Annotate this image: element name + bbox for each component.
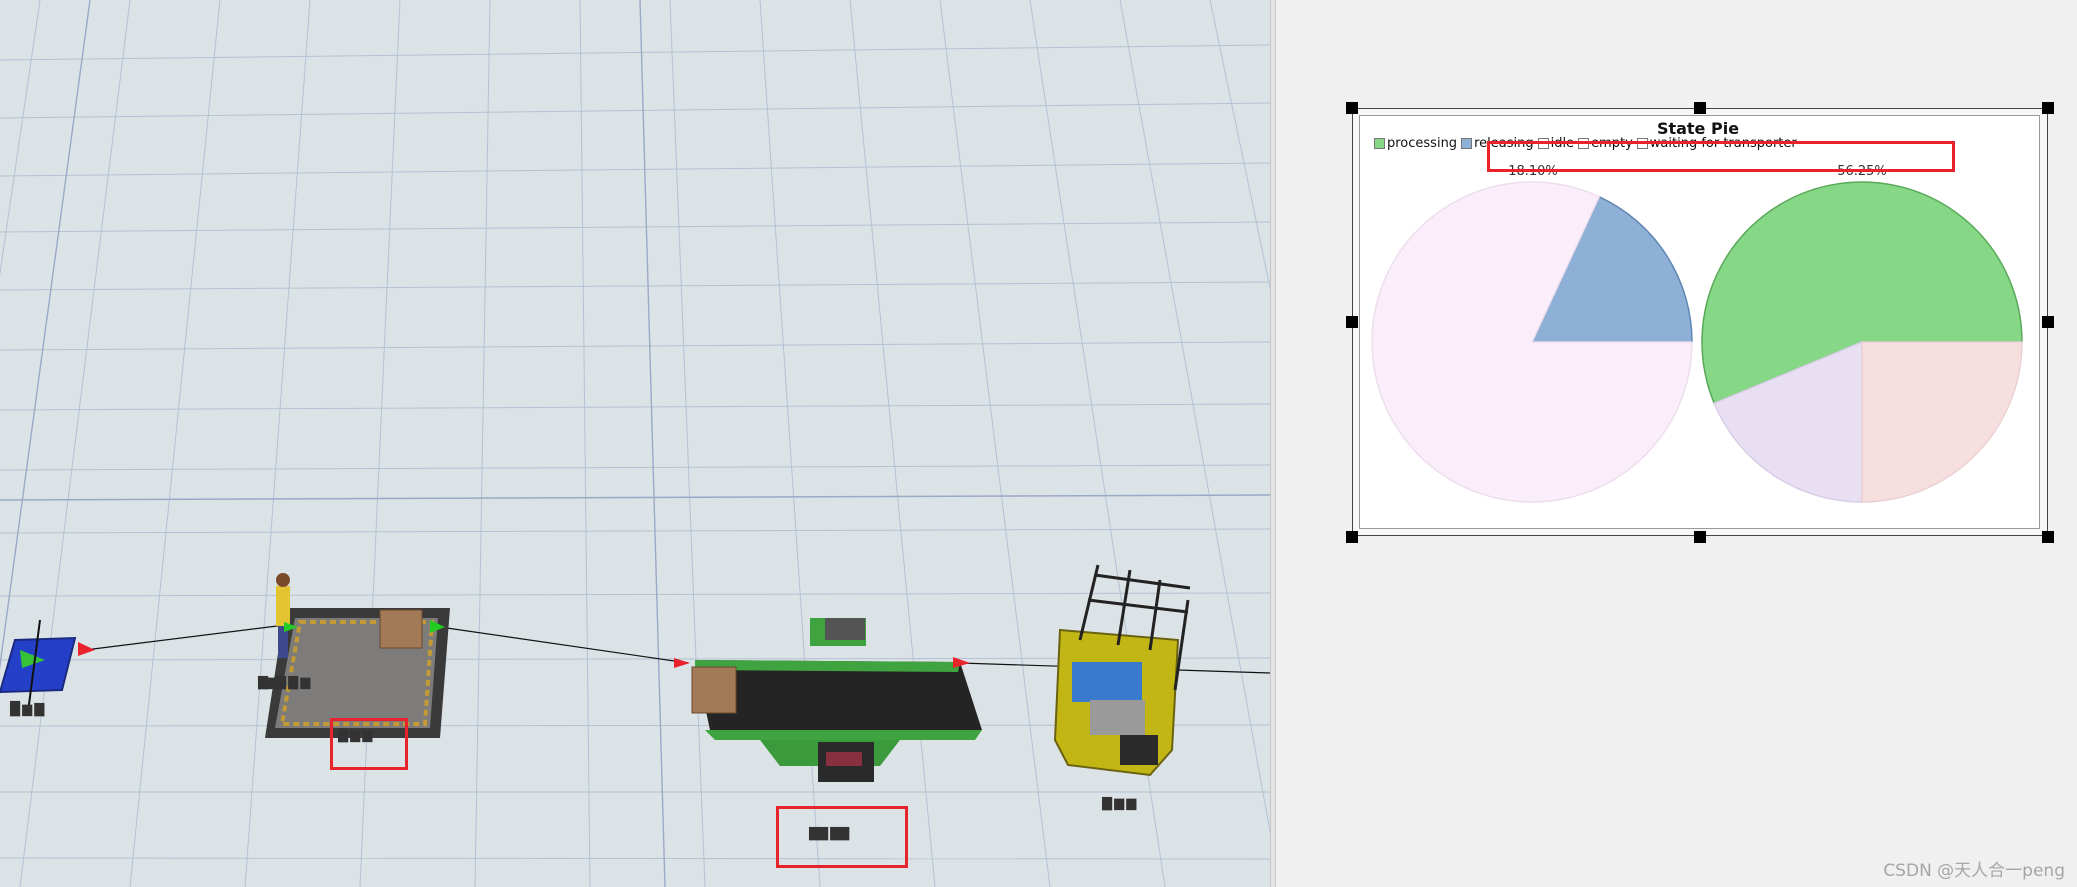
pie-layer (1371, 181, 2023, 503)
watermark: CSDN @天人合一peng (1883, 861, 2065, 881)
pie-2-slice-empty (1861, 341, 2023, 503)
highlight-box-legend (1487, 141, 1955, 172)
